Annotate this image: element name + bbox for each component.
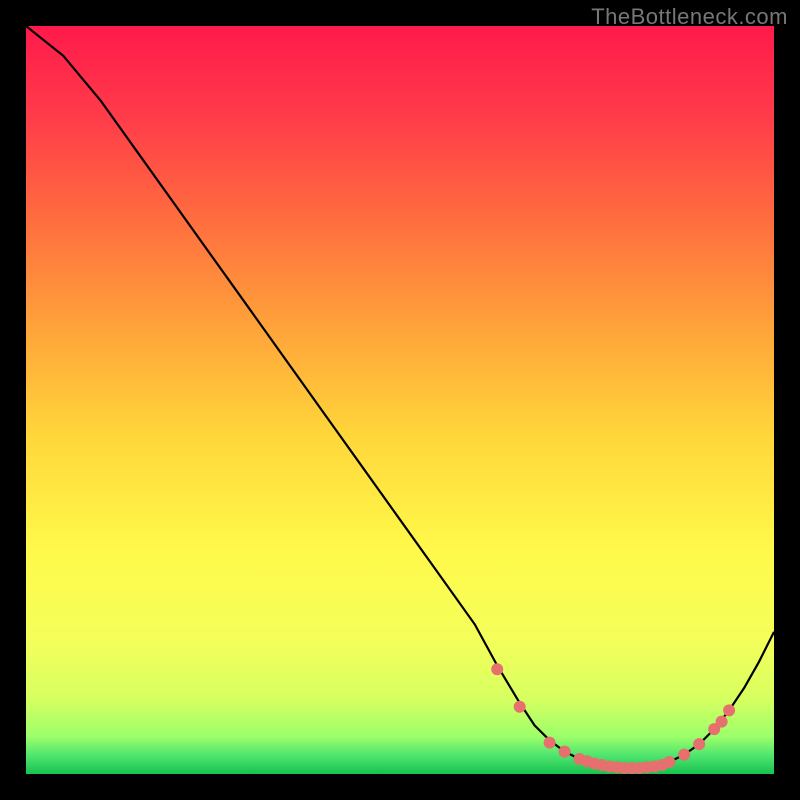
marker-point: [514, 701, 526, 713]
gradient-background: [26, 26, 774, 774]
marker-point: [716, 716, 728, 728]
marker-point: [544, 737, 556, 749]
marker-point: [559, 746, 571, 758]
marker-point: [693, 738, 705, 750]
marker-point: [491, 663, 503, 675]
marker-point: [663, 756, 675, 768]
marker-point: [678, 749, 690, 761]
marker-point: [723, 704, 735, 716]
chart-svg: [26, 26, 774, 774]
chart-frame: TheBottleneck.com: [0, 0, 800, 800]
plot-area: [26, 26, 774, 774]
